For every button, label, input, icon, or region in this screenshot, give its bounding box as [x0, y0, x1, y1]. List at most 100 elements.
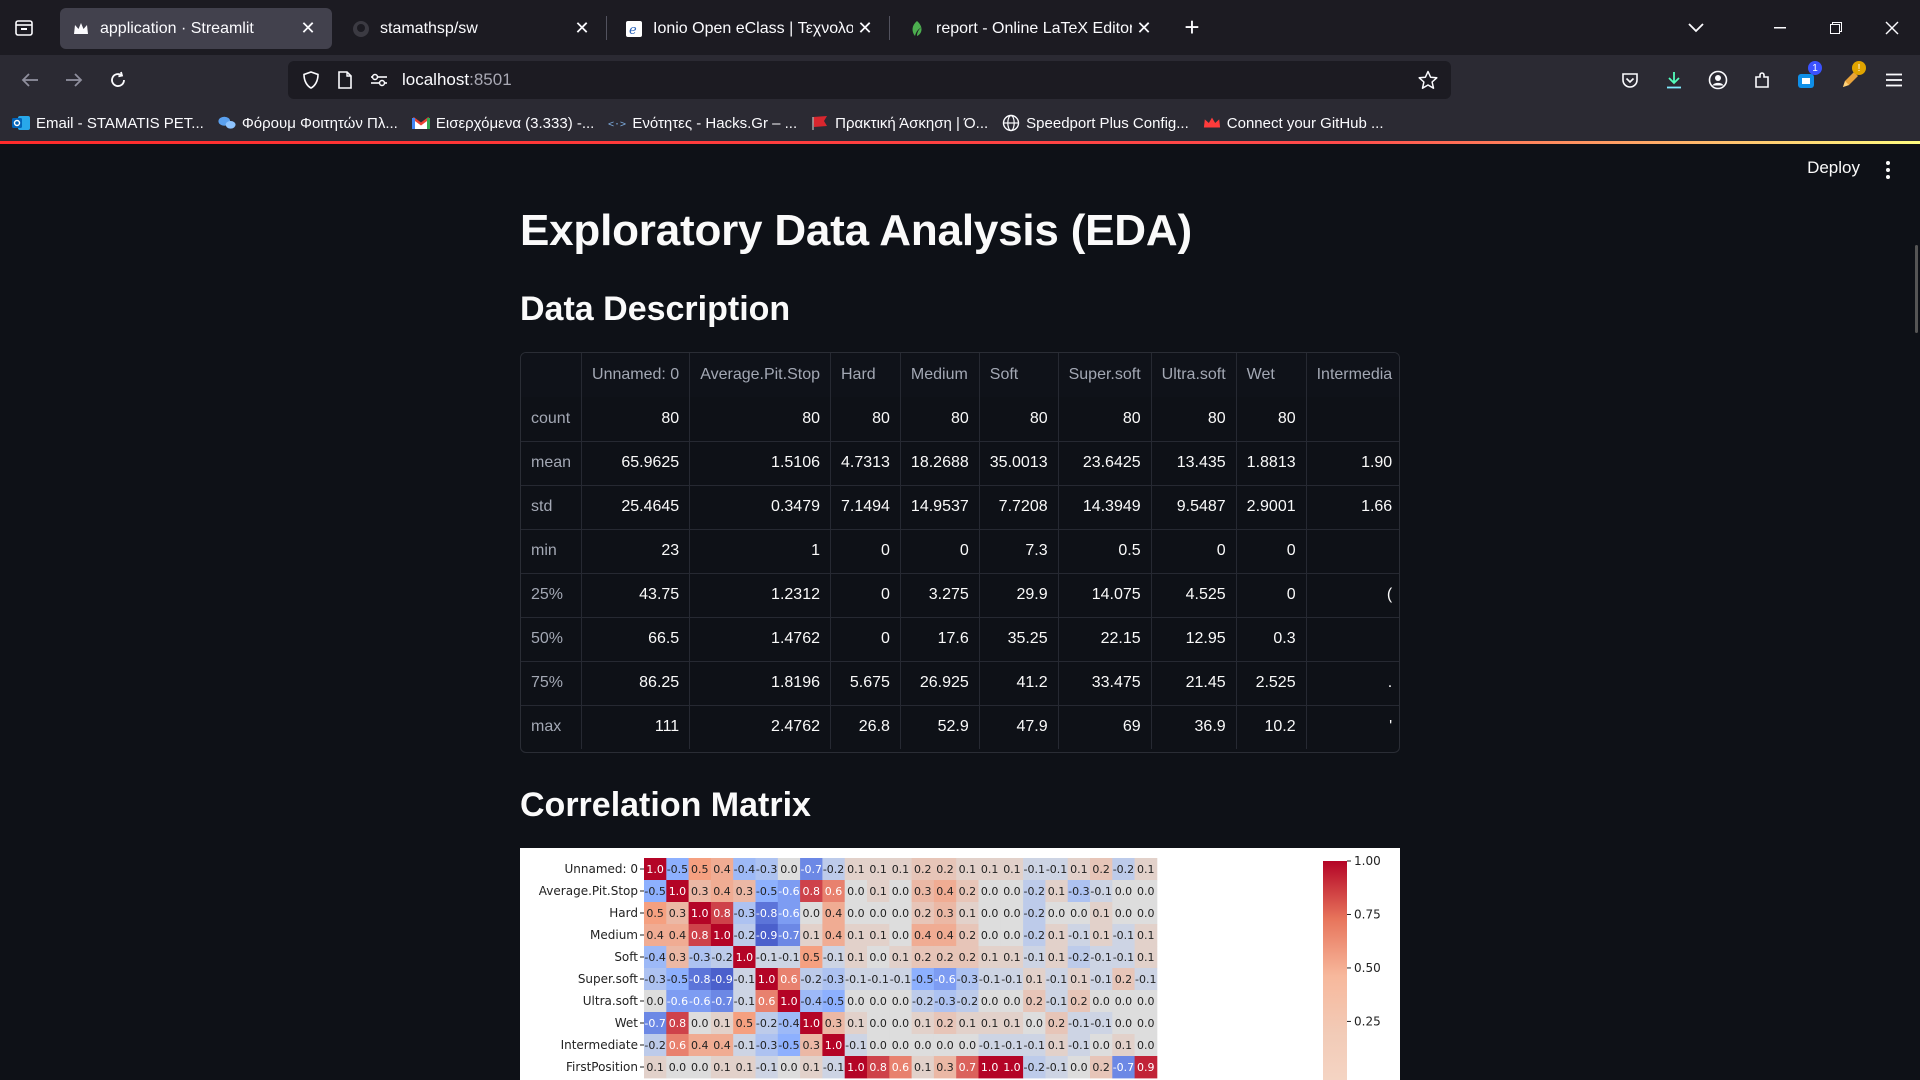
table-cell[interactable]: 35.0013 — [979, 441, 1059, 486]
bookmark-github-connect[interactable]: Connect your GitHub ... — [1203, 114, 1384, 132]
tracking-protection-shield-icon[interactable] — [294, 61, 328, 99]
table-cell[interactable]: 80 — [1151, 397, 1237, 442]
table-cell[interactable]: 23.6425 — [1058, 441, 1152, 486]
bookmark-speedport[interactable]: Speedport Plus Config... — [1002, 114, 1189, 132]
table-cell[interactable]: 80 — [581, 397, 691, 442]
close-tab-icon[interactable]: ✕ — [853, 17, 877, 41]
table-cell[interactable]: 69 — [1058, 705, 1152, 749]
table-cell[interactable]: 14.075 — [1058, 573, 1152, 618]
table-cell[interactable] — [1306, 617, 1399, 662]
table-cell[interactable]: 7.3 — [979, 529, 1059, 574]
column-header[interactable]: Hard — [830, 353, 901, 397]
table-cell[interactable]: 41.2 — [979, 661, 1059, 706]
table-cell[interactable]: 3.275 — [900, 573, 980, 618]
table-cell[interactable]: 2.4762 — [689, 705, 831, 749]
table-cell[interactable]: 52.9 — [900, 705, 980, 749]
table-cell[interactable]: 43.75 — [581, 573, 691, 618]
table-cell[interactable]: 0.5 — [1058, 529, 1152, 574]
table-cell[interactable]: 1.66 — [1306, 485, 1399, 530]
url-bar[interactable]: localhost:8501 — [288, 61, 1451, 99]
table-cell[interactable]: 35.25 — [979, 617, 1059, 662]
close-window-button[interactable] — [1864, 0, 1920, 55]
downloads-button[interactable] — [1652, 55, 1696, 105]
close-tab-icon[interactable]: ✕ — [1132, 17, 1156, 41]
table-cell[interactable] — [1306, 529, 1399, 574]
table-cell[interactable]: 5.675 — [830, 661, 901, 706]
table-cell[interactable]: 1.5106 — [689, 441, 831, 486]
table-cell[interactable]: 22.15 — [1058, 617, 1152, 662]
forward-button[interactable] — [52, 58, 96, 102]
table-cell[interactable]: 29.9 — [979, 573, 1059, 618]
table-cell[interactable]: 17.6 — [900, 617, 980, 662]
table-cell[interactable]: 1.8813 — [1236, 441, 1307, 486]
table-cell[interactable]: 80 — [979, 397, 1059, 442]
column-header[interactable]: Soft — [979, 353, 1059, 397]
deploy-button[interactable]: Deploy — [1807, 158, 1860, 178]
page-info-icon[interactable] — [328, 61, 362, 99]
table-cell[interactable]: 0 — [830, 617, 901, 662]
column-header[interactable]: Unnamed: 0 — [581, 353, 691, 397]
table-cell[interactable]: 10.2 — [1236, 705, 1307, 749]
table-cell[interactable]: 80 — [830, 397, 901, 442]
table-cell[interactable]: 1.8196 — [689, 661, 831, 706]
table-cell[interactable]: 2.525 — [1236, 661, 1307, 706]
tab-github[interactable]: stamathsp/sw ✕ — [340, 8, 606, 49]
table-cell[interactable]: 13.435 — [1151, 441, 1237, 486]
table-cell[interactable]: 0 — [830, 529, 901, 574]
table-cell[interactable]: 80 — [900, 397, 980, 442]
restore-button[interactable] — [1808, 0, 1864, 55]
table-cell[interactable]: 26.925 — [900, 661, 980, 706]
table-cell[interactable]: 86.25 — [581, 661, 691, 706]
main-menu-button[interactable] — [1876, 158, 1900, 182]
bookmark-email[interactable]: Email - STAMATIS PET... — [12, 114, 204, 132]
pocket-button[interactable] — [1608, 55, 1652, 105]
column-header[interactable] — [521, 353, 583, 397]
extension-blue-button[interactable]: 1 — [1784, 55, 1828, 105]
table-cell[interactable]: 66.5 — [581, 617, 691, 662]
table-cell[interactable]: 25.4645 — [581, 485, 691, 530]
table-cell[interactable]: 1 — [689, 529, 831, 574]
table-cell[interactable]: . — [1306, 661, 1399, 706]
column-header[interactable]: Wet — [1236, 353, 1307, 397]
column-header[interactable]: Intermedia — [1306, 353, 1399, 397]
column-header[interactable]: Average.Pit.Stop — [689, 353, 831, 397]
table-cell[interactable]: 7.7208 — [979, 485, 1059, 530]
table-cell[interactable]: 23 — [581, 529, 691, 574]
table-cell[interactable]: 0 — [1151, 529, 1237, 574]
table-cell[interactable]: 80 — [1236, 397, 1307, 442]
table-cell[interactable] — [1306, 397, 1399, 442]
table-cell[interactable]: 14.9537 — [900, 485, 980, 530]
table-cell[interactable]: 0 — [1236, 529, 1307, 574]
bookmark-hacks[interactable]: <·> Ενότητες - Hacks.Gr – ... — [608, 114, 797, 132]
bookmark-star-icon[interactable] — [1411, 61, 1445, 99]
close-tab-icon[interactable]: ✕ — [296, 17, 320, 41]
minimize-button[interactable] — [1752, 0, 1808, 55]
column-header[interactable]: Medium — [900, 353, 980, 397]
table-cell[interactable]: 0 — [900, 529, 980, 574]
column-header[interactable]: Ultra.soft — [1151, 353, 1237, 397]
table-cell[interactable]: 0.3 — [1236, 617, 1307, 662]
table-cell[interactable]: 21.45 — [1151, 661, 1237, 706]
table-cell[interactable]: 4.525 — [1151, 573, 1237, 618]
table-cell[interactable]: 0.3479 — [689, 485, 831, 530]
column-header[interactable]: Super.soft — [1058, 353, 1152, 397]
table-cell[interactable]: 80 — [1058, 397, 1152, 442]
table-cell[interactable]: 1.4762 — [689, 617, 831, 662]
table-cell[interactable]: 2.9001 — [1236, 485, 1307, 530]
table-cell[interactable]: 0 — [830, 573, 901, 618]
page-scrollbar[interactable] — [1915, 245, 1918, 333]
table-cell[interactable]: ' — [1306, 705, 1399, 749]
list-all-tabs-button[interactable] — [1672, 0, 1720, 55]
table-cell[interactable]: ( — [1306, 573, 1399, 618]
extensions-button[interactable] — [1740, 55, 1784, 105]
table-cell[interactable]: 14.3949 — [1058, 485, 1152, 530]
tab-eclass[interactable]: e Ionio Open eClass | Τεχνολογία ✕ — [613, 8, 889, 49]
bookmark-gmail[interactable]: Εισερχόμενα (3.333) -... — [411, 114, 594, 132]
account-button[interactable] — [1696, 55, 1740, 105]
table-cell[interactable]: 65.9625 — [581, 441, 691, 486]
table-cell[interactable]: 0 — [1236, 573, 1307, 618]
permissions-icon[interactable] — [362, 61, 396, 99]
app-menu-button[interactable] — [1872, 55, 1916, 105]
table-cell[interactable]: 9.5487 — [1151, 485, 1237, 530]
reload-button[interactable] — [96, 58, 140, 102]
